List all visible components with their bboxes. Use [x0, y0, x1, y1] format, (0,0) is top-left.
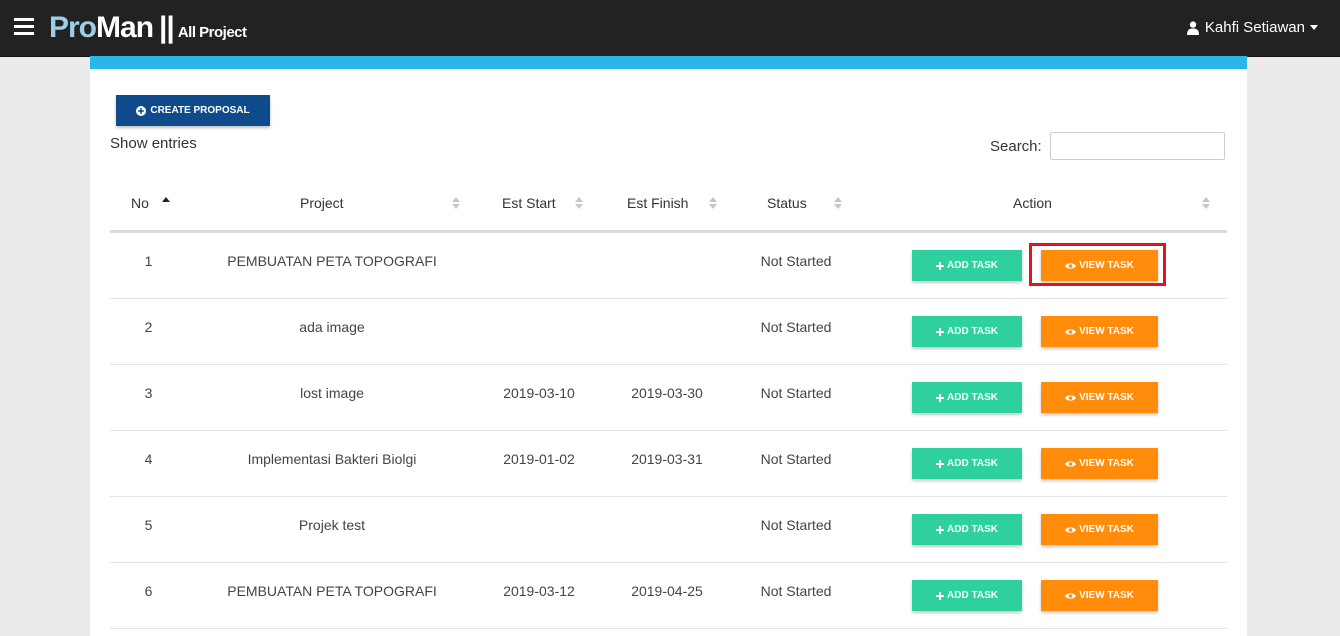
view-task-label: VIEW TASK	[1079, 392, 1134, 403]
user-icon	[1186, 20, 1199, 35]
view-task-button[interactable]: VIEW TASK	[1041, 448, 1158, 479]
cell-no: 2	[144, 319, 153, 335]
search-input[interactable]	[1050, 132, 1225, 160]
user-name: Kahfi Setiawan	[1204, 19, 1305, 36]
page-title: All Project	[177, 24, 247, 41]
view-task-button[interactable]: VIEW TASK	[1041, 580, 1158, 611]
table-row: 2 ada image Not Started ADD TASK VIEW TA…	[110, 299, 1227, 365]
sort-icon[interactable]	[834, 197, 842, 211]
eye-icon	[1065, 328, 1077, 335]
cell-status: Not Started	[760, 583, 832, 599]
eye-icon	[1065, 394, 1077, 401]
column-header-est-finish[interactable]: Est Finish	[627, 195, 688, 211]
view-task-label: VIEW TASK	[1079, 458, 1134, 469]
hamburger-icon[interactable]	[14, 18, 34, 36]
table-row: 6 PEMBUATAN PETA TOPOGRAFI 2019-03-12 20…	[110, 563, 1227, 629]
sort-icon[interactable]	[1202, 197, 1210, 211]
table-header: No Project Est Start Est Finish Status A…	[110, 174, 1227, 233]
cell-project: Implementasi Bakteri Biolgi	[247, 451, 417, 467]
plus-icon	[936, 261, 945, 270]
create-proposal-button[interactable]: CREATE PROPOSAL	[116, 95, 270, 126]
top-navbar: ProMan || All Project Kahfi Setiawan	[0, 0, 1340, 57]
cell-project: Projek test	[298, 517, 366, 533]
search-label: Search:	[990, 138, 1042, 155]
add-task-label: ADD TASK	[947, 326, 998, 337]
view-task-button[interactable]: VIEW TASK	[1041, 514, 1158, 545]
cell-status: Not Started	[760, 385, 832, 401]
sort-icon[interactable]	[709, 197, 717, 211]
eye-icon	[1065, 526, 1077, 533]
add-task-label: ADD TASK	[947, 392, 998, 403]
cell-status: Not Started	[760, 451, 832, 467]
cell-project: ada image	[299, 319, 365, 335]
cell-no: 4	[144, 451, 153, 467]
add-task-button[interactable]: ADD TASK	[912, 580, 1022, 611]
add-task-button[interactable]: ADD TASK	[912, 448, 1022, 479]
plus-circle-icon	[136, 105, 147, 116]
add-task-label: ADD TASK	[947, 590, 998, 601]
cell-no: 5	[144, 517, 153, 533]
plus-icon	[936, 525, 945, 534]
cell-no: 1	[144, 253, 153, 269]
plus-icon	[936, 393, 945, 402]
view-task-button[interactable]: VIEW TASK	[1041, 382, 1158, 413]
user-menu[interactable]: Kahfi Setiawan	[1186, 19, 1318, 36]
eye-icon	[1065, 592, 1077, 599]
cell-est-finish: 2019-03-30	[631, 385, 703, 401]
sort-icon[interactable]	[452, 197, 460, 211]
add-task-button[interactable]: ADD TASK	[912, 514, 1022, 545]
plus-icon	[936, 327, 945, 336]
cell-est-start: 2019-03-10	[503, 385, 575, 401]
sort-icon[interactable]	[575, 197, 583, 211]
cell-est-start: 2019-01-02	[503, 451, 575, 467]
eye-icon	[1065, 460, 1077, 467]
show-entries-label: Show entries	[110, 135, 197, 152]
column-header-project[interactable]: Project	[300, 195, 344, 211]
view-task-label: VIEW TASK	[1079, 524, 1134, 535]
eye-icon	[1065, 262, 1077, 269]
add-task-label: ADD TASK	[947, 458, 998, 469]
table-row: 5 Projek test Not Started ADD TASK VIEW …	[110, 497, 1227, 563]
cell-project: PEMBUATAN PETA TOPOGRAFI	[227, 583, 437, 599]
cell-project: lost image	[300, 385, 364, 401]
add-task-label: ADD TASK	[947, 260, 998, 271]
view-task-button[interactable]: VIEW TASK	[1041, 250, 1158, 281]
cell-est-finish: 2019-03-31	[631, 451, 703, 467]
cell-status: Not Started	[760, 253, 832, 269]
view-task-label: VIEW TASK	[1079, 260, 1134, 271]
cell-no: 3	[144, 385, 153, 401]
cell-no: 6	[144, 583, 153, 599]
table-row: 3 lost image 2019-03-10 2019-03-30 Not S…	[110, 365, 1227, 431]
cell-est-finish: 2019-04-25	[631, 583, 703, 599]
project-card: CREATE PROPOSAL Show entries Search: No …	[90, 56, 1247, 636]
column-header-action[interactable]: Action	[1013, 195, 1052, 211]
table-row: 4 Implementasi Bakteri Biolgi 2019-01-02…	[110, 431, 1227, 497]
projects-table: No Project Est Start Est Finish Status A…	[110, 174, 1227, 629]
brand-logo[interactable]: ProMan || All Project	[49, 11, 247, 50]
cell-project: PEMBUATAN PETA TOPOGRAFI	[227, 253, 437, 269]
card-accent-strip	[90, 56, 1247, 69]
add-task-button[interactable]: ADD TASK	[912, 250, 1022, 281]
cell-est-start: 2019-03-12	[503, 583, 575, 599]
create-proposal-label: CREATE PROPOSAL	[150, 105, 250, 116]
cell-status: Not Started	[760, 517, 832, 533]
column-header-est-start[interactable]: Est Start	[502, 195, 556, 211]
add-task-button[interactable]: ADD TASK	[912, 382, 1022, 413]
plus-icon	[936, 459, 945, 468]
sort-icon[interactable]	[162, 197, 170, 211]
view-task-button[interactable]: VIEW TASK	[1041, 316, 1158, 347]
add-task-label: ADD TASK	[947, 524, 998, 535]
column-header-no[interactable]: No	[131, 195, 149, 211]
plus-icon	[936, 591, 945, 600]
chevron-down-icon	[1310, 25, 1318, 30]
brand-pro: Pro	[49, 11, 97, 44]
column-header-status[interactable]: Status	[767, 195, 807, 211]
view-task-label: VIEW TASK	[1079, 326, 1134, 337]
brand-man: Man	[96, 11, 154, 44]
cell-status: Not Started	[760, 319, 832, 335]
brand-separator: ||	[159, 11, 175, 44]
table-row: 1 PEMBUATAN PETA TOPOGRAFI Not Started A…	[110, 233, 1227, 299]
add-task-button[interactable]: ADD TASK	[912, 316, 1022, 347]
view-task-label: VIEW TASK	[1079, 590, 1134, 601]
